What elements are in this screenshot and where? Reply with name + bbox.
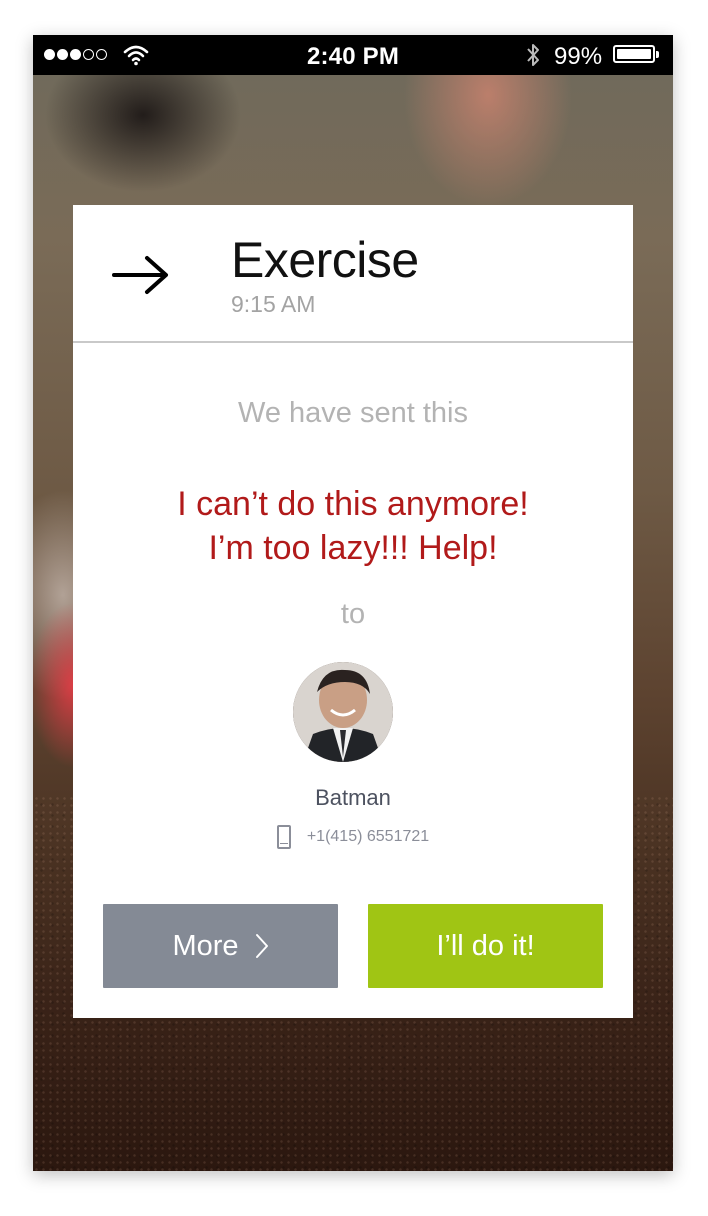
- sent-label: We have sent this: [238, 397, 468, 429]
- battery-percent: 99%: [554, 43, 603, 70]
- phone-screen: 2:40 PM 99% Exercise 9:15 AM We have sen…: [33, 35, 673, 1171]
- ill-do-it-label: I’ll do it!: [436, 929, 535, 962]
- more-button[interactable]: More: [103, 904, 338, 988]
- bluetooth-icon: [527, 44, 539, 66]
- battery-icon: [613, 45, 659, 63]
- contact-phone-number: +1(415) 6551721: [306, 828, 430, 845]
- mobile-phone-icon: [276, 825, 291, 849]
- card-title: Exercise: [231, 232, 419, 288]
- message-line-1: I can’t do this anymore!: [177, 485, 529, 523]
- status-bar: 2:40 PM 99%: [33, 35, 673, 75]
- message-line-2: I’m too lazy!!! Help!: [208, 529, 498, 567]
- chevron-right-icon: [255, 934, 268, 958]
- contact-name: Batman: [315, 785, 391, 810]
- arrow-right-icon: [112, 256, 168, 294]
- card-header: Exercise 9:15 AM: [73, 205, 633, 343]
- sent-message: I can’t do this anymore! I’m too lazy!!!…: [93, 482, 613, 570]
- ill-do-it-button[interactable]: I’ll do it!: [368, 904, 603, 988]
- reminder-card: Exercise 9:15 AM We have sent this I can…: [73, 205, 633, 1018]
- more-button-label: More: [172, 929, 239, 962]
- contact-phone-row: +1(415) 6551721: [73, 825, 633, 849]
- to-label: to: [340, 598, 366, 630]
- card-time: 9:15 AM: [231, 291, 316, 317]
- avatar-image: [293, 662, 393, 762]
- avatar[interactable]: [293, 662, 393, 762]
